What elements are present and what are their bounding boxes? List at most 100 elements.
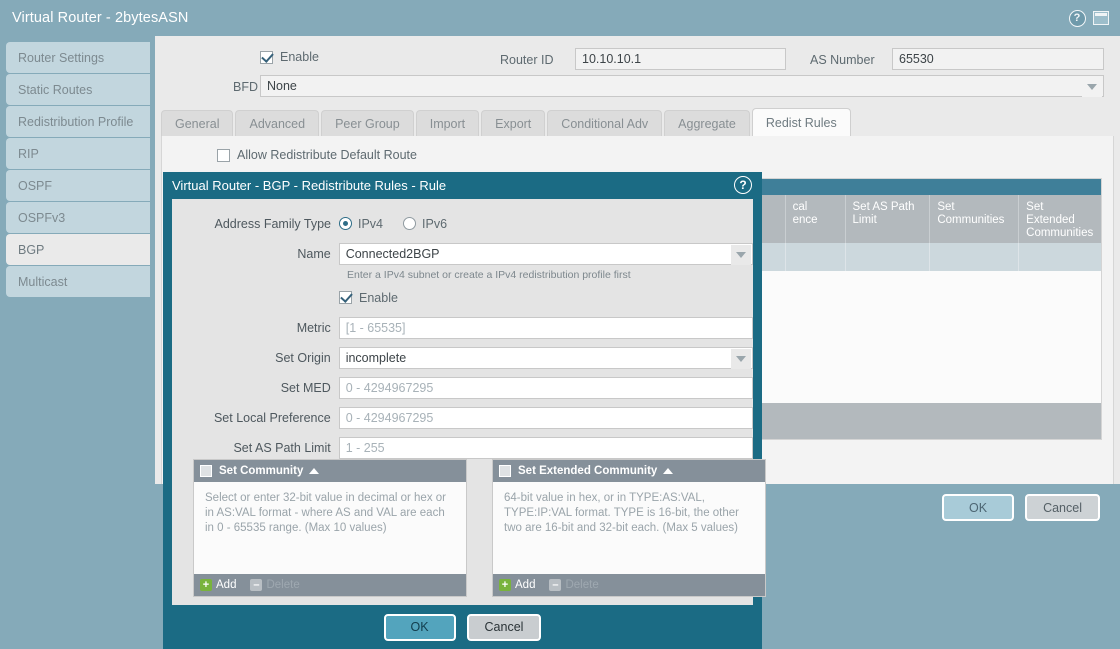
- sidebar-item-rip[interactable]: RIP: [6, 138, 150, 169]
- set-extended-community-delete-button[interactable]: – Delete: [549, 579, 599, 591]
- set-community-add-button[interactable]: + Add: [200, 579, 236, 591]
- set-med-row: Set MED 0 - 4294967295: [172, 375, 753, 400]
- tab-label: General: [175, 116, 220, 131]
- sidebar-item-static-routes[interactable]: Static Routes: [6, 74, 150, 105]
- modal-enable-row: Enable: [172, 285, 753, 310]
- name-row: Name Connected2BGP: [172, 241, 753, 266]
- set-community-panel: Set Community Select or enter 32-bit val…: [193, 459, 467, 597]
- set-med-input[interactable]: 0 - 4294967295: [338, 376, 753, 399]
- modal-body: Address Family Type IPv4 IPv6 Name Conne…: [172, 199, 766, 605]
- plus-icon: +: [499, 579, 511, 591]
- tab-general[interactable]: General: [161, 110, 234, 136]
- bgp-tabs: General Advanced Peer Group Import Expor…: [161, 108, 853, 136]
- sidebar-item-redistribution-profile[interactable]: Redistribution Profile: [6, 106, 150, 137]
- sidebar-item-ospf[interactable]: OSPF: [6, 170, 150, 201]
- dialog-footer-buttons: OK Cancel: [942, 494, 1100, 521]
- header-line-1: Set Extended: [1026, 201, 1075, 226]
- sidebar-item-multicast[interactable]: Multicast: [6, 266, 150, 297]
- tab-export[interactable]: Export: [481, 110, 546, 136]
- sidebar-item-label: OSPFv3: [18, 210, 66, 225]
- set-community-title: Set Community: [219, 465, 304, 477]
- modal-cancel-button[interactable]: Cancel: [466, 613, 542, 641]
- address-family-label: Address Family Type: [214, 216, 331, 231]
- add-label: Add: [515, 579, 536, 591]
- modal-enable-label: Enable: [359, 290, 398, 305]
- table-header-set-extended-communities[interactable]: Set Extended Communities: [1019, 195, 1101, 243]
- sidebar-item-bgp[interactable]: BGP: [6, 234, 150, 265]
- sort-ascending-icon[interactable]: [663, 468, 674, 474]
- set-med-label: Set MED: [280, 380, 331, 395]
- window-title-bar: Virtual Router - 2bytesASN ?: [0, 0, 1120, 36]
- help-circle-icon[interactable]: ?: [1068, 9, 1086, 27]
- router-id-input[interactable]: 10.10.10.1: [575, 48, 786, 70]
- sort-ascending-icon[interactable]: [309, 468, 320, 474]
- help-circle-icon[interactable]: ?: [734, 176, 752, 194]
- tab-label: Aggregate: [678, 116, 736, 131]
- address-family-row: Address Family Type IPv4 IPv6: [172, 211, 753, 236]
- set-extended-community-panel: Set Extended Community 64-bit value in h…: [492, 459, 766, 597]
- chevron-down-icon[interactable]: [731, 348, 751, 369]
- tab-import[interactable]: Import: [415, 110, 480, 136]
- address-family-ipv4-radio[interactable]: [339, 217, 352, 230]
- set-community-select-all-checkbox[interactable]: [200, 465, 212, 477]
- table-header-set-communities[interactable]: Set Communities: [930, 195, 1020, 243]
- chevron-down-icon[interactable]: [1082, 77, 1102, 97]
- tab-label: Redist Rules: [765, 115, 837, 130]
- ok-button[interactable]: OK: [942, 494, 1015, 521]
- delete-label: Delete: [565, 579, 599, 591]
- set-origin-value: incomplete: [345, 350, 407, 365]
- as-number-input[interactable]: 65530: [892, 48, 1104, 70]
- name-select[interactable]: Connected2BGP: [338, 242, 753, 265]
- tab-redist-rules[interactable]: Redist Rules: [751, 108, 851, 136]
- set-origin-row: Set Origin incomplete: [172, 345, 753, 370]
- bgp-top-form: Enable Router ID 10.10.10.1 AS Number 65…: [155, 36, 1120, 104]
- tab-peer-group[interactable]: Peer Group: [321, 110, 414, 136]
- header-line-1: Set AS Path: [852, 201, 915, 213]
- metric-label: Metric: [296, 320, 331, 335]
- set-extended-community-panel-header: Set Extended Community: [493, 460, 765, 482]
- metric-input[interactable]: [1 - 65535]: [338, 316, 753, 339]
- header-line-1: Set: [937, 201, 955, 213]
- name-label: Name: [297, 246, 331, 261]
- cancel-button[interactable]: Cancel: [1025, 494, 1100, 521]
- set-extended-community-toolbar: + Add – Delete: [493, 574, 765, 596]
- set-local-preference-row: Set Local Preference 0 - 4294967295: [172, 405, 753, 430]
- set-community-panel-header: Set Community: [194, 460, 466, 482]
- set-as-path-limit-input[interactable]: 1 - 255: [338, 436, 753, 459]
- table-header-set-as-path-limit[interactable]: Set AS Path Limit: [846, 195, 931, 243]
- bfd-select[interactable]: None: [260, 75, 1104, 97]
- window-restore-icon[interactable]: [1092, 9, 1110, 27]
- tab-conditional-adv[interactable]: Conditional Adv: [547, 110, 663, 136]
- sidebar-item-label: Redistribution Profile: [18, 114, 134, 129]
- metric-row: Metric [1 - 65535]: [172, 315, 753, 340]
- set-extended-community-select-all-checkbox[interactable]: [499, 465, 511, 477]
- modal-title-bar: Virtual Router - BGP - Redistribute Rule…: [163, 172, 762, 199]
- sidebar-item-router-settings[interactable]: Router Settings: [6, 42, 150, 73]
- tab-label: Advanced: [249, 116, 306, 131]
- table-cell: [786, 243, 846, 271]
- sidebar-item-label: Multicast: [18, 274, 68, 289]
- set-extended-community-add-button[interactable]: + Add: [499, 579, 535, 591]
- tab-aggregate[interactable]: Aggregate: [664, 110, 750, 136]
- minus-icon: –: [250, 579, 263, 591]
- chevron-down-icon[interactable]: [731, 244, 751, 265]
- sidebar-item-label: OSPF: [18, 178, 53, 193]
- tab-advanced[interactable]: Advanced: [235, 110, 320, 136]
- allow-redistribute-default-route-checkbox[interactable]: [217, 148, 230, 162]
- table-header-set-local-preference[interactable]: cal ence: [786, 195, 846, 243]
- tab-label: Export: [495, 116, 532, 131]
- modal-enable-checkbox[interactable]: [339, 291, 352, 304]
- sidebar-item-ospfv3[interactable]: OSPFv3: [6, 202, 150, 233]
- address-family-ipv6-radio[interactable]: [403, 217, 417, 230]
- set-community-delete-button[interactable]: – Delete: [250, 579, 300, 591]
- bgp-enable-row: Enable: [260, 50, 319, 64]
- bgp-enable-checkbox[interactable]: [260, 50, 273, 64]
- sidebar: Router Settings Static Routes Redistribu…: [0, 36, 155, 649]
- application-window: Virtual Router - 2bytesASN ? Router Sett…: [0, 0, 1120, 649]
- set-local-preference-input[interactable]: 0 - 4294967295: [338, 406, 753, 429]
- tab-label: Peer Group: [335, 116, 400, 131]
- as-number-label: AS Number: [810, 53, 875, 67]
- set-origin-select[interactable]: incomplete: [338, 346, 753, 369]
- modal-ok-button[interactable]: OK: [383, 613, 456, 641]
- set-extended-community-title: Set Extended Community: [518, 465, 658, 477]
